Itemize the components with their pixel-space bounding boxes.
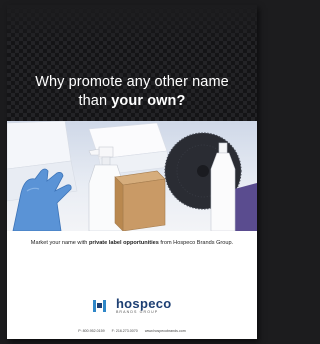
headline-line1: Why promote any other name [35,74,229,90]
box-icon [114,170,166,231]
brochure-cover: Why promote any other name than your own… [7,5,257,339]
dark-header-band: Why promote any other name than your own… [7,5,257,121]
tagline-emphasis: private label opportunities [88,240,159,246]
logo-name: hospeco [115,296,172,312]
headline: Why promote any other name than your own… [7,73,257,111]
website-link[interactable]: www.hospecobrands.com [145,329,186,333]
top-fade [7,5,257,45]
fax-number: F: 216.273.0070 [111,329,138,333]
product-illustration [7,121,257,231]
product-photo [7,121,257,231]
tagline: Market your name with private label oppo… [30,240,234,246]
headline-line2: than your own? [78,93,186,109]
phone-number: P: 800.952.0159 [78,329,105,333]
logo-mark-icon [93,299,107,312]
hospeco-logo: hospeco BRANDS GROUP [7,297,257,315]
contact-line: P: 800.952.0159 F: 216.273.0070 www.hosp… [7,329,257,333]
headline-emphasis: your own? [111,93,186,109]
